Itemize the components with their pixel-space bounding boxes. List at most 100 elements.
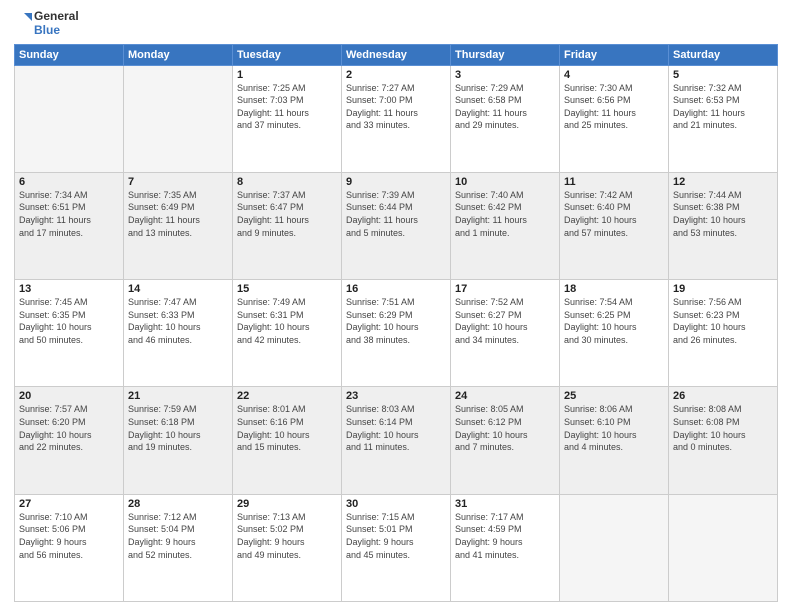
calendar-week-row: 1Sunrise: 7:25 AM Sunset: 7:03 PM Daylig… bbox=[15, 65, 778, 172]
calendar-day-cell: 11Sunrise: 7:42 AM Sunset: 6:40 PM Dayli… bbox=[560, 172, 669, 279]
calendar-day-cell bbox=[669, 494, 778, 601]
day-info: Sunrise: 7:29 AM Sunset: 6:58 PM Dayligh… bbox=[455, 82, 555, 132]
day-header-sunday: Sunday bbox=[15, 44, 124, 65]
calendar-day-cell: 27Sunrise: 7:10 AM Sunset: 5:06 PM Dayli… bbox=[15, 494, 124, 601]
day-info: Sunrise: 7:39 AM Sunset: 6:44 PM Dayligh… bbox=[346, 189, 446, 239]
day-header-thursday: Thursday bbox=[451, 44, 560, 65]
day-header-wednesday: Wednesday bbox=[342, 44, 451, 65]
day-info: Sunrise: 8:01 AM Sunset: 6:16 PM Dayligh… bbox=[237, 403, 337, 453]
calendar-day-cell: 26Sunrise: 8:08 AM Sunset: 6:08 PM Dayli… bbox=[669, 387, 778, 494]
day-number: 26 bbox=[673, 390, 773, 402]
day-number: 4 bbox=[564, 69, 664, 81]
calendar-day-cell: 9Sunrise: 7:39 AM Sunset: 6:44 PM Daylig… bbox=[342, 172, 451, 279]
day-number: 3 bbox=[455, 69, 555, 81]
day-info: Sunrise: 7:12 AM Sunset: 5:04 PM Dayligh… bbox=[128, 511, 228, 561]
day-info: Sunrise: 7:59 AM Sunset: 6:18 PM Dayligh… bbox=[128, 403, 228, 453]
day-info: Sunrise: 7:32 AM Sunset: 6:53 PM Dayligh… bbox=[673, 82, 773, 132]
calendar-day-cell: 1Sunrise: 7:25 AM Sunset: 7:03 PM Daylig… bbox=[233, 65, 342, 172]
day-number: 31 bbox=[455, 498, 555, 510]
calendar-week-row: 27Sunrise: 7:10 AM Sunset: 5:06 PM Dayli… bbox=[15, 494, 778, 601]
day-number: 28 bbox=[128, 498, 228, 510]
calendar-day-cell: 21Sunrise: 7:59 AM Sunset: 6:18 PM Dayli… bbox=[124, 387, 233, 494]
calendar-day-cell: 5Sunrise: 7:32 AM Sunset: 6:53 PM Daylig… bbox=[669, 65, 778, 172]
calendar-day-cell: 13Sunrise: 7:45 AM Sunset: 6:35 PM Dayli… bbox=[15, 280, 124, 387]
day-info: Sunrise: 7:27 AM Sunset: 7:00 PM Dayligh… bbox=[346, 82, 446, 132]
day-number: 20 bbox=[19, 390, 119, 402]
day-number: 1 bbox=[237, 69, 337, 81]
calendar-week-row: 6Sunrise: 7:34 AM Sunset: 6:51 PM Daylig… bbox=[15, 172, 778, 279]
day-number: 17 bbox=[455, 283, 555, 295]
calendar-day-cell: 30Sunrise: 7:15 AM Sunset: 5:01 PM Dayli… bbox=[342, 494, 451, 601]
day-number: 15 bbox=[237, 283, 337, 295]
day-info: Sunrise: 8:08 AM Sunset: 6:08 PM Dayligh… bbox=[673, 403, 773, 453]
day-number: 30 bbox=[346, 498, 446, 510]
day-info: Sunrise: 7:42 AM Sunset: 6:40 PM Dayligh… bbox=[564, 189, 664, 239]
logo-blue: Blue bbox=[34, 24, 79, 38]
day-number: 7 bbox=[128, 176, 228, 188]
calendar-day-cell: 28Sunrise: 7:12 AM Sunset: 5:04 PM Dayli… bbox=[124, 494, 233, 601]
day-number: 21 bbox=[128, 390, 228, 402]
day-info: Sunrise: 7:34 AM Sunset: 6:51 PM Dayligh… bbox=[19, 189, 119, 239]
calendar-day-cell bbox=[560, 494, 669, 601]
day-info: Sunrise: 7:56 AM Sunset: 6:23 PM Dayligh… bbox=[673, 296, 773, 346]
day-number: 5 bbox=[673, 69, 773, 81]
day-info: Sunrise: 8:05 AM Sunset: 6:12 PM Dayligh… bbox=[455, 403, 555, 453]
day-number: 13 bbox=[19, 283, 119, 295]
calendar-day-cell: 2Sunrise: 7:27 AM Sunset: 7:00 PM Daylig… bbox=[342, 65, 451, 172]
calendar-day-cell: 22Sunrise: 8:01 AM Sunset: 6:16 PM Dayli… bbox=[233, 387, 342, 494]
day-info: Sunrise: 7:37 AM Sunset: 6:47 PM Dayligh… bbox=[237, 189, 337, 239]
day-info: Sunrise: 7:54 AM Sunset: 6:25 PM Dayligh… bbox=[564, 296, 664, 346]
calendar-day-cell: 7Sunrise: 7:35 AM Sunset: 6:49 PM Daylig… bbox=[124, 172, 233, 279]
calendar-day-cell: 4Sunrise: 7:30 AM Sunset: 6:56 PM Daylig… bbox=[560, 65, 669, 172]
day-info: Sunrise: 7:49 AM Sunset: 6:31 PM Dayligh… bbox=[237, 296, 337, 346]
day-header-friday: Friday bbox=[560, 44, 669, 65]
calendar-day-cell: 17Sunrise: 7:52 AM Sunset: 6:27 PM Dayli… bbox=[451, 280, 560, 387]
day-info: Sunrise: 7:51 AM Sunset: 6:29 PM Dayligh… bbox=[346, 296, 446, 346]
calendar-day-cell: 31Sunrise: 7:17 AM Sunset: 4:59 PM Dayli… bbox=[451, 494, 560, 601]
day-number: 2 bbox=[346, 69, 446, 81]
logo: General Blue bbox=[14, 10, 79, 38]
calendar-day-cell: 10Sunrise: 7:40 AM Sunset: 6:42 PM Dayli… bbox=[451, 172, 560, 279]
day-number: 12 bbox=[673, 176, 773, 188]
day-header-monday: Monday bbox=[124, 44, 233, 65]
calendar-day-cell: 14Sunrise: 7:47 AM Sunset: 6:33 PM Dayli… bbox=[124, 280, 233, 387]
day-header-saturday: Saturday bbox=[669, 44, 778, 65]
calendar-week-row: 20Sunrise: 7:57 AM Sunset: 6:20 PM Dayli… bbox=[15, 387, 778, 494]
day-header-tuesday: Tuesday bbox=[233, 44, 342, 65]
calendar-day-cell: 3Sunrise: 7:29 AM Sunset: 6:58 PM Daylig… bbox=[451, 65, 560, 172]
day-info: Sunrise: 7:40 AM Sunset: 6:42 PM Dayligh… bbox=[455, 189, 555, 239]
calendar-day-cell bbox=[15, 65, 124, 172]
day-number: 16 bbox=[346, 283, 446, 295]
logo-general: General bbox=[34, 10, 79, 24]
calendar-day-cell: 23Sunrise: 8:03 AM Sunset: 6:14 PM Dayli… bbox=[342, 387, 451, 494]
day-number: 8 bbox=[237, 176, 337, 188]
day-number: 19 bbox=[673, 283, 773, 295]
day-info: Sunrise: 8:03 AM Sunset: 6:14 PM Dayligh… bbox=[346, 403, 446, 453]
day-info: Sunrise: 7:52 AM Sunset: 6:27 PM Dayligh… bbox=[455, 296, 555, 346]
calendar-week-row: 13Sunrise: 7:45 AM Sunset: 6:35 PM Dayli… bbox=[15, 280, 778, 387]
calendar-day-cell: 6Sunrise: 7:34 AM Sunset: 6:51 PM Daylig… bbox=[15, 172, 124, 279]
calendar-day-cell: 16Sunrise: 7:51 AM Sunset: 6:29 PM Dayli… bbox=[342, 280, 451, 387]
day-info: Sunrise: 7:47 AM Sunset: 6:33 PM Dayligh… bbox=[128, 296, 228, 346]
calendar-day-cell: 25Sunrise: 8:06 AM Sunset: 6:10 PM Dayli… bbox=[560, 387, 669, 494]
calendar-day-cell: 19Sunrise: 7:56 AM Sunset: 6:23 PM Dayli… bbox=[669, 280, 778, 387]
logo-text: General Blue bbox=[14, 10, 79, 38]
day-info: Sunrise: 7:25 AM Sunset: 7:03 PM Dayligh… bbox=[237, 82, 337, 132]
calendar-day-cell: 24Sunrise: 8:05 AM Sunset: 6:12 PM Dayli… bbox=[451, 387, 560, 494]
page-header: General Blue bbox=[14, 10, 778, 38]
day-info: Sunrise: 8:06 AM Sunset: 6:10 PM Dayligh… bbox=[564, 403, 664, 453]
day-number: 6 bbox=[19, 176, 119, 188]
calendar-table: SundayMondayTuesdayWednesdayThursdayFrid… bbox=[14, 44, 778, 602]
logo-shape-icon bbox=[14, 13, 32, 35]
day-info: Sunrise: 7:17 AM Sunset: 4:59 PM Dayligh… bbox=[455, 511, 555, 561]
day-number: 22 bbox=[237, 390, 337, 402]
calendar-day-cell: 18Sunrise: 7:54 AM Sunset: 6:25 PM Dayli… bbox=[560, 280, 669, 387]
day-number: 18 bbox=[564, 283, 664, 295]
day-number: 11 bbox=[564, 176, 664, 188]
day-number: 10 bbox=[455, 176, 555, 188]
calendar-day-cell: 12Sunrise: 7:44 AM Sunset: 6:38 PM Dayli… bbox=[669, 172, 778, 279]
day-info: Sunrise: 7:44 AM Sunset: 6:38 PM Dayligh… bbox=[673, 189, 773, 239]
day-number: 25 bbox=[564, 390, 664, 402]
day-number: 27 bbox=[19, 498, 119, 510]
calendar-day-cell: 15Sunrise: 7:49 AM Sunset: 6:31 PM Dayli… bbox=[233, 280, 342, 387]
